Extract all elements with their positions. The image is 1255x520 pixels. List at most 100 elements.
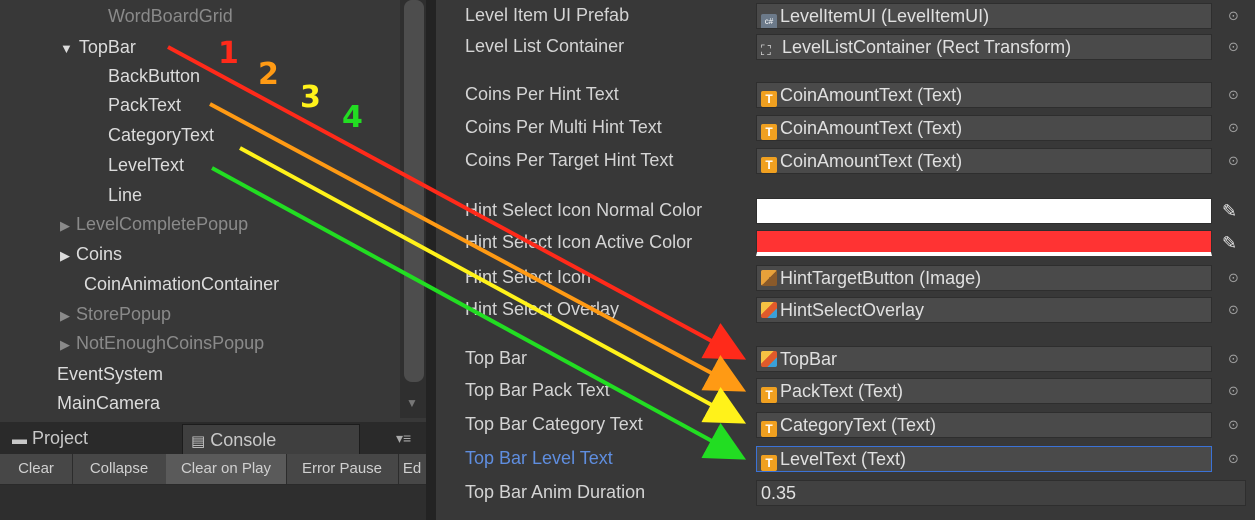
hierarchy-item-categorytext[interactable]: CategoryText [108, 124, 214, 146]
field-hint-select-icon[interactable]: HintTargetButton (Image) [756, 265, 1212, 291]
field-value: HintTargetButton (Image) [780, 268, 982, 288]
object-picker-icon[interactable]: ⊙ [1228, 121, 1242, 135]
hierarchy-item-coinanimationcontainer[interactable]: CoinAnimationContainer [84, 273, 279, 295]
collapsed-triangle-icon[interactable]: ▶ [60, 305, 70, 327]
clear-button[interactable]: Clear [0, 454, 73, 484]
hierarchy-item-line[interactable]: Line [108, 184, 142, 206]
field-coins-per-target-hint-text[interactable]: T CoinAmountText (Text) [756, 148, 1212, 174]
tab-menu-icon[interactable]: ▾≡ [396, 430, 411, 447]
annotation-number-4: 4 [342, 100, 363, 135]
hierarchy-item-notenoughcoinspopup[interactable]: ▶ NotEnoughCoinsPopup [60, 332, 264, 356]
object-picker-icon[interactable]: ⊙ [1228, 384, 1242, 398]
field-value: LevelText (Text) [780, 449, 907, 469]
object-picker-icon[interactable]: ⊙ [1228, 418, 1242, 432]
field-value: 0.35 [761, 483, 797, 503]
console-log-area[interactable] [0, 485, 426, 520]
field-top-bar[interactable]: TopBar [756, 346, 1212, 372]
color-field-normal[interactable] [756, 198, 1212, 224]
field-coins-per-multi-hint-text[interactable]: T CoinAmountText (Text) [756, 115, 1212, 141]
collapsed-triangle-icon[interactable]: ▶ [60, 334, 70, 356]
hierarchy-item-label: LevelCompletePopup [76, 214, 249, 234]
image-component-icon [761, 270, 777, 286]
object-picker-icon[interactable]: ⊙ [1228, 352, 1242, 366]
hierarchy-item-leveltext[interactable]: LevelText [108, 154, 184, 176]
prop-label-hint-select-icon: Hint Select Icon [465, 267, 592, 287]
field-top-bar-pack-text[interactable]: T PackText (Text) [756, 378, 1212, 404]
text-component-icon: T [761, 387, 777, 403]
eyedropper-icon[interactable]: ✎ [1222, 198, 1244, 224]
field-top-bar-category-text[interactable]: T CategoryText (Text) [756, 412, 1212, 438]
hierarchy-item-wordboardgrid[interactable]: WordBoardGrid [108, 5, 233, 27]
gameobject-cube-icon [761, 302, 777, 318]
collapse-button[interactable]: Collapse [72, 454, 167, 484]
collapsed-triangle-icon[interactable]: ▶ [60, 245, 70, 267]
error-pause-button[interactable]: Error Pause [286, 454, 399, 484]
text-component-icon: T [761, 157, 777, 173]
text-component-icon: T [761, 421, 777, 437]
field-top-bar-level-text[interactable]: T LevelText (Text) [756, 446, 1212, 472]
object-picker-icon[interactable]: ⊙ [1228, 154, 1242, 168]
field-value: CoinAmountText (Text) [780, 118, 963, 138]
eyedropper-icon[interactable]: ✎ [1222, 230, 1244, 256]
prop-label-top-bar-anim-duration: Top Bar Anim Duration [465, 482, 646, 502]
prop-label-level-list-container: Level List Container [465, 36, 625, 56]
field-value: PackText (Text) [780, 381, 904, 401]
field-coins-per-hint-text[interactable]: T CoinAmountText (Text) [756, 82, 1212, 108]
console-toolbar: Clear Collapse Clear on Play Error Pause… [0, 454, 426, 485]
hierarchy-scrollbar-thumb[interactable] [404, 0, 424, 382]
object-picker-icon[interactable]: ⊙ [1228, 452, 1242, 466]
tab-console[interactable]: ▤ Console [182, 424, 360, 455]
hierarchy-item-coins[interactable]: ▶ Coins [60, 243, 122, 267]
hierarchy-item-backbutton[interactable]: BackButton [108, 65, 200, 87]
collapsed-triangle-icon[interactable]: ▶ [60, 215, 70, 237]
expanded-triangle-icon[interactable]: ▼ [60, 38, 73, 60]
prop-label-top-bar-pack-text: Top Bar Pack Text [465, 380, 610, 400]
hierarchy-item-eventsystem[interactable]: EventSystem [57, 363, 163, 385]
field-level-item-ui-prefab[interactable]: c# LevelItemUI (LevelItemUI) [756, 3, 1212, 29]
hierarchy-item-topbar[interactable]: ▼ TopBar [60, 36, 136, 60]
prop-label-coins-per-target-hint-text: Coins Per Target Hint Text [465, 150, 674, 170]
scroll-down-arrow-icon[interactable]: ▼ [406, 396, 420, 410]
object-picker-icon[interactable]: ⊙ [1228, 9, 1242, 23]
object-picker-icon[interactable]: ⊙ [1228, 88, 1242, 102]
prop-label-top-bar: Top Bar [465, 348, 528, 368]
object-picker-icon[interactable]: ⊙ [1228, 303, 1242, 317]
color-field-active[interactable] [756, 230, 1212, 256]
field-value: LevelListContainer (Rect Transform) [782, 37, 1072, 57]
tab-project[interactable]: ▬ Project [4, 422, 96, 454]
panel-divider[interactable] [426, 0, 436, 520]
hierarchy-item-label: NotEnoughCoinsPopup [76, 333, 265, 353]
cs-script-icon: c# [761, 14, 777, 28]
field-value: CoinAmountText (Text) [780, 151, 963, 171]
field-top-bar-anim-duration[interactable]: 0.35 [756, 480, 1246, 506]
field-value: LevelItemUI (LevelItemUI) [780, 6, 990, 26]
field-hint-select-overlay[interactable]: HintSelectOverlay [756, 297, 1212, 323]
text-component-icon: T [761, 124, 777, 140]
annotation-number-2: 2 [258, 57, 279, 92]
clear-on-play-button[interactable]: Clear on Play [166, 454, 287, 484]
annotation-number-3: 3 [300, 80, 321, 115]
field-level-list-container[interactable]: ⛶ LevelListContainer (Rect Transform) [756, 34, 1212, 60]
object-picker-icon[interactable]: ⊙ [1228, 40, 1242, 54]
hierarchy-item-label: StorePopup [76, 304, 172, 324]
tab-console-label: Console [210, 430, 277, 450]
inspector-panel [436, 0, 1255, 520]
hierarchy-item-storepopup[interactable]: ▶ StorePopup [60, 303, 171, 327]
hierarchy-item-levelcompletepopup[interactable]: ▶ LevelCompletePopup [60, 213, 248, 237]
prop-label-top-bar-level-text: Top Bar Level Text [465, 448, 613, 468]
hierarchy-panel: WordBoardGrid ▼ TopBar BackButton PackTex… [0, 0, 400, 418]
prop-label-hint-select-icon-normal-color: Hint Select Icon Normal Color [465, 200, 703, 220]
bottom-tabbar: ▬ Project ▤ Console ▾≡ [0, 422, 426, 455]
gameobject-cube-icon [761, 351, 777, 367]
editor-button[interactable]: Ed [398, 454, 426, 484]
folder-icon: ▬ [12, 431, 27, 448]
prop-label-coins-per-multi-hint-text: Coins Per Multi Hint Text [465, 117, 662, 137]
hierarchy-item-packtext[interactable]: PackText [108, 94, 181, 116]
field-value: CoinAmountText (Text) [780, 85, 963, 105]
console-icon: ▤ [191, 433, 206, 450]
hierarchy-item-maincamera[interactable]: MainCamera [57, 392, 160, 414]
annotation-number-1: 1 [218, 36, 239, 71]
rect-transform-icon: ⛶ [761, 42, 771, 58]
object-picker-icon[interactable]: ⊙ [1228, 271, 1242, 285]
field-value: HintSelectOverlay [780, 300, 925, 320]
